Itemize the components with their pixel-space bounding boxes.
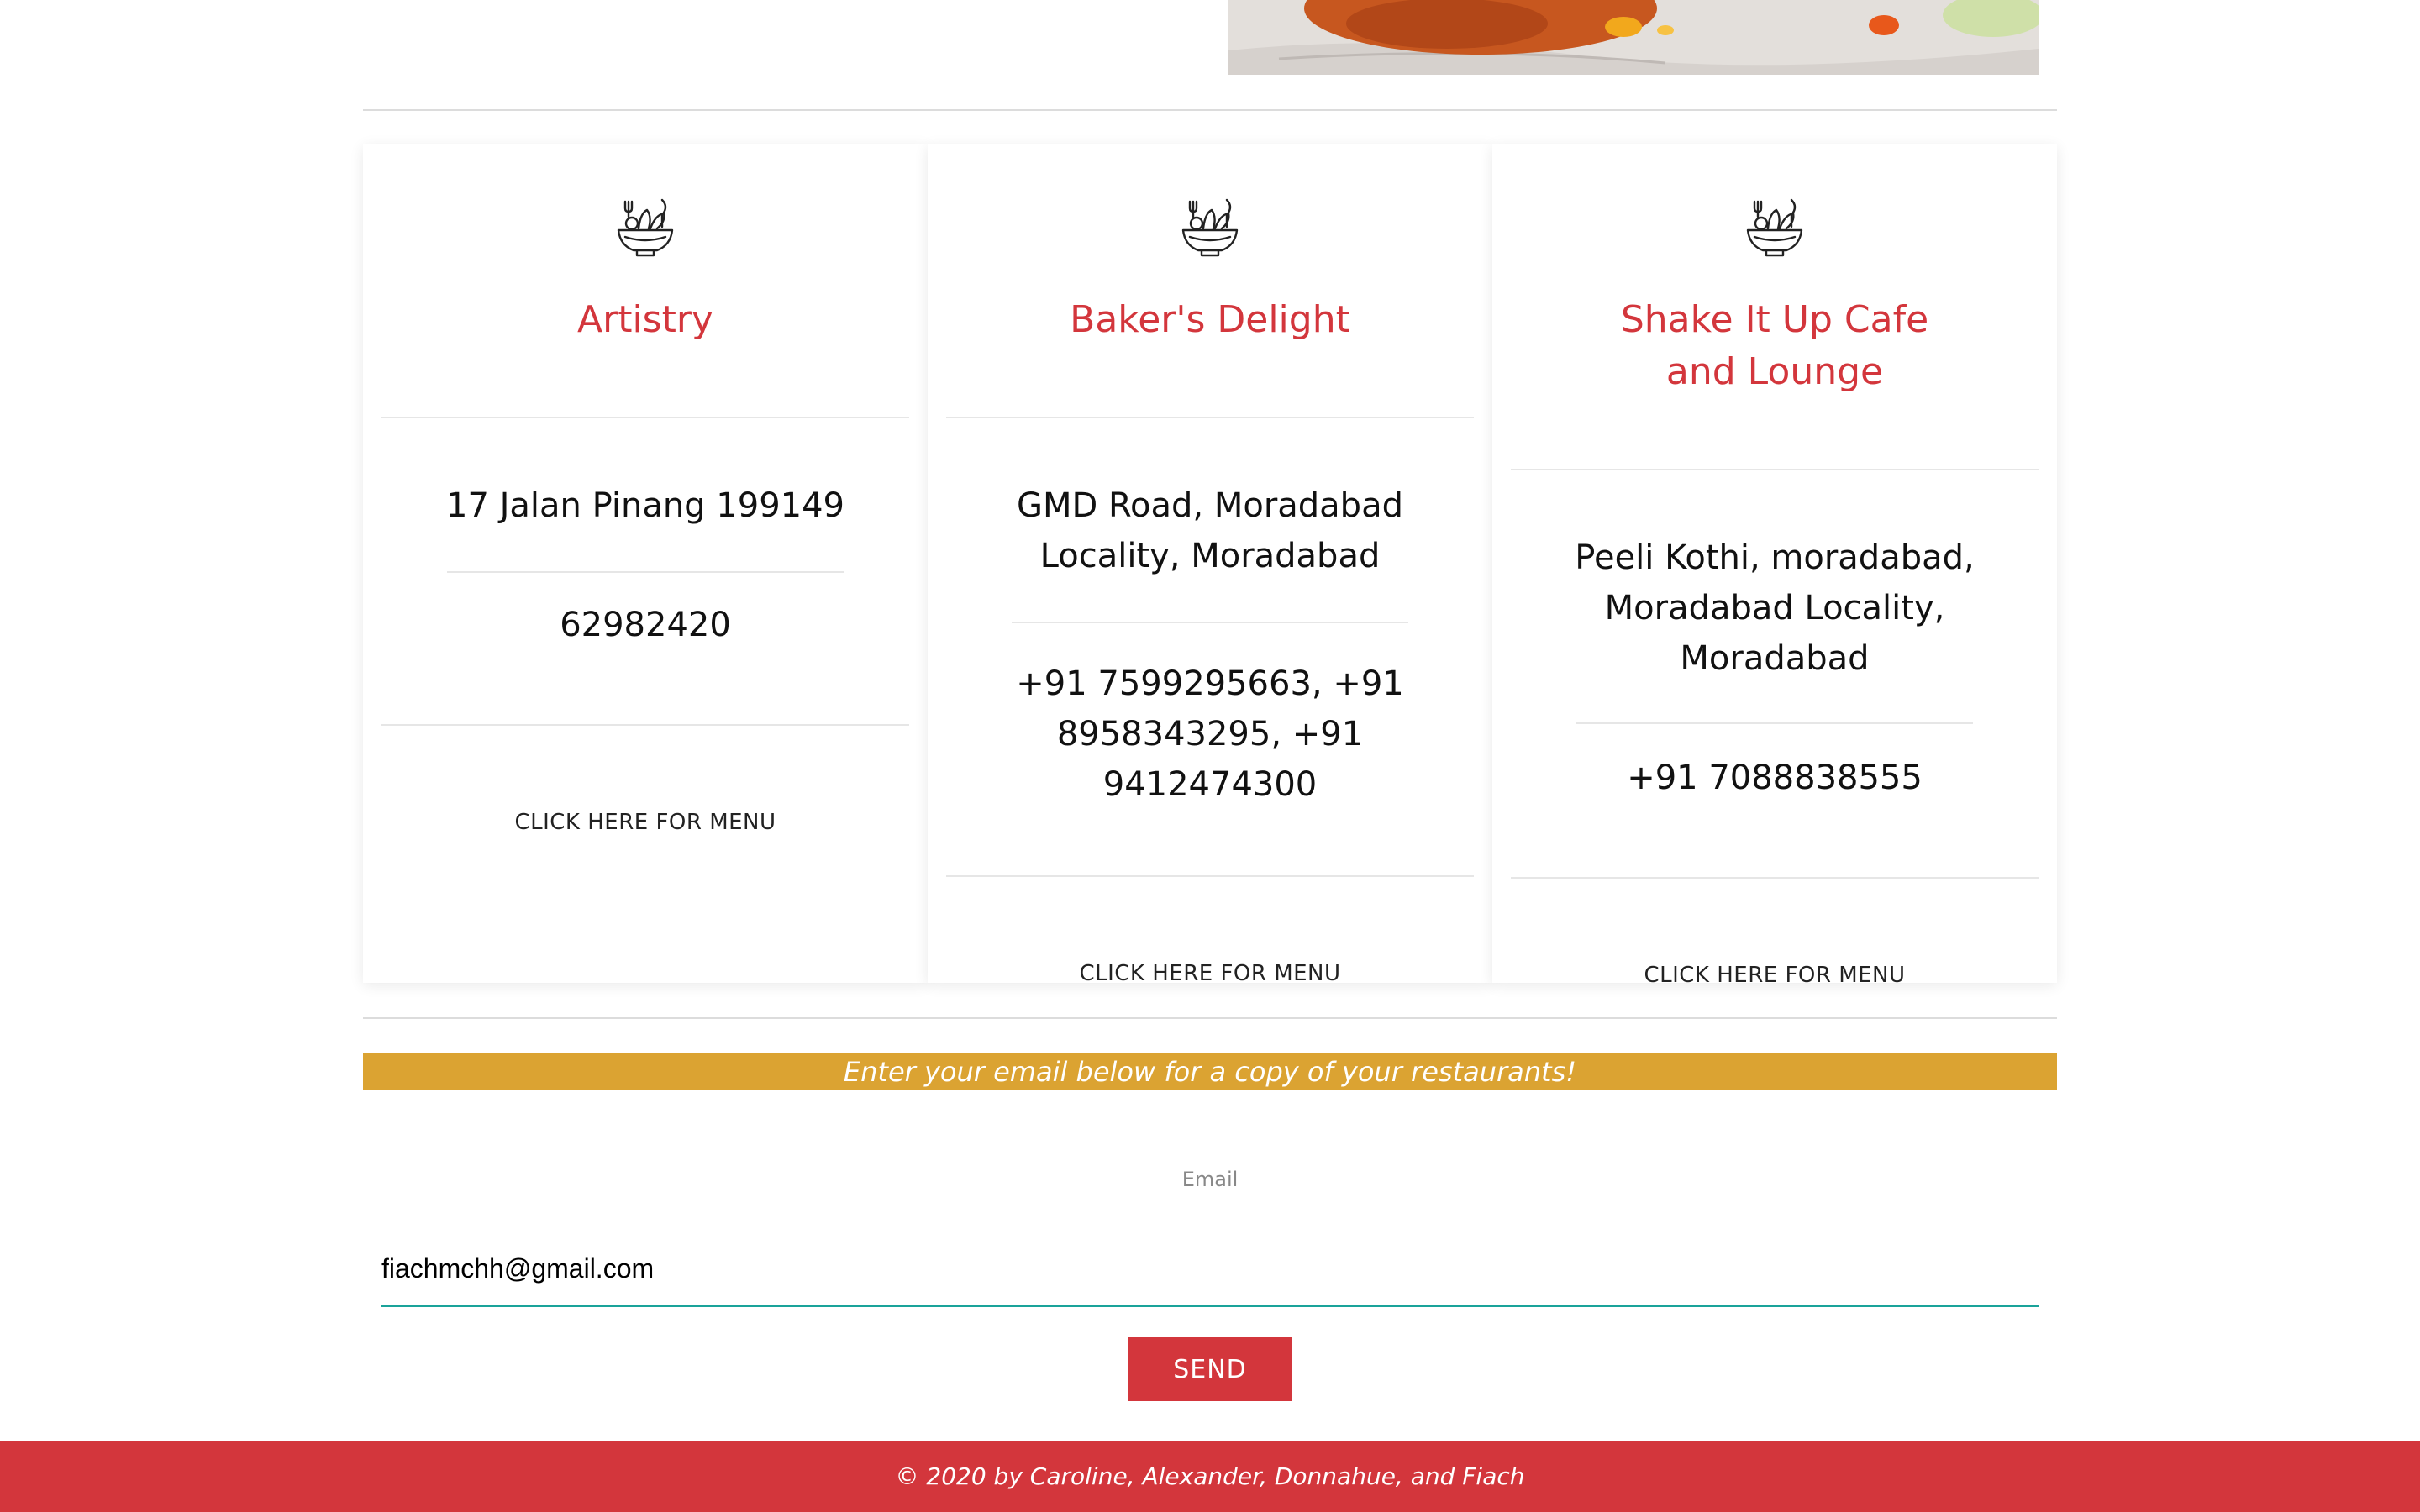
card-divider [381, 417, 909, 418]
restaurant-card: Shake It Up Cafe and Lounge Peeli Kothi,… [1492, 144, 2057, 988]
restaurant-phone: +91 7088838555 [1627, 759, 1923, 797]
email-banner: Enter your email below for a copy of you… [363, 1053, 2057, 1090]
card-divider-short [1576, 722, 1973, 724]
card-divider [946, 875, 1474, 877]
restaurant-phone: +91 7599295663, +91 8958343295, +91 9412… [1016, 664, 1404, 804]
send-button[interactable]: SEND [1128, 1337, 1292, 1401]
card-divider [1511, 469, 2039, 470]
card-divider [1511, 877, 2039, 879]
hero-food-image [1228, 0, 2039, 75]
card-divider-short [447, 571, 844, 573]
salad-bowl-icon [1181, 198, 1239, 257]
restaurant-address: Peeli Kothi, moradabad, Moradabad Locali… [1575, 538, 1975, 678]
card-divider [946, 417, 1474, 418]
menu-link[interactable]: CLICK HERE FOR MENU [1526, 961, 2023, 990]
restaurant-card: Baker's Delight GMD Road, Moradabad Loca… [928, 144, 1492, 986]
restaurant-card: Artistry 17 Jalan Pinang 199149 62982420… [363, 144, 928, 983]
email-label: Email [1181, 1168, 1239, 1191]
section-divider [363, 1017, 2057, 1019]
menu-link[interactable]: CLICK HERE FOR MENU [397, 808, 894, 837]
restaurant-name: Shake It Up Cafe and Lounge [1620, 298, 1929, 393]
card-divider-short [1012, 622, 1408, 623]
salad-bowl-icon [617, 198, 674, 257]
section-divider [363, 109, 2057, 111]
restaurant-address: 17 Jalan Pinang 199149 [446, 486, 844, 525]
restaurant-name: Baker's Delight [1070, 298, 1350, 341]
restaurant-address: GMD Road, Moradabad Locality, Moradabad [1017, 486, 1403, 575]
salad-bowl-icon [1746, 198, 1803, 257]
restaurant-phone: 62982420 [560, 606, 731, 644]
restaurant-name: Artistry [577, 298, 713, 341]
email-input[interactable] [381, 1233, 2039, 1307]
card-divider [381, 724, 909, 726]
footer-copyright: © 2020 by Caroline, Alexander, Donnahue,… [0, 1441, 2420, 1512]
menu-link[interactable]: CLICK HERE FOR MENU [961, 959, 1459, 988]
